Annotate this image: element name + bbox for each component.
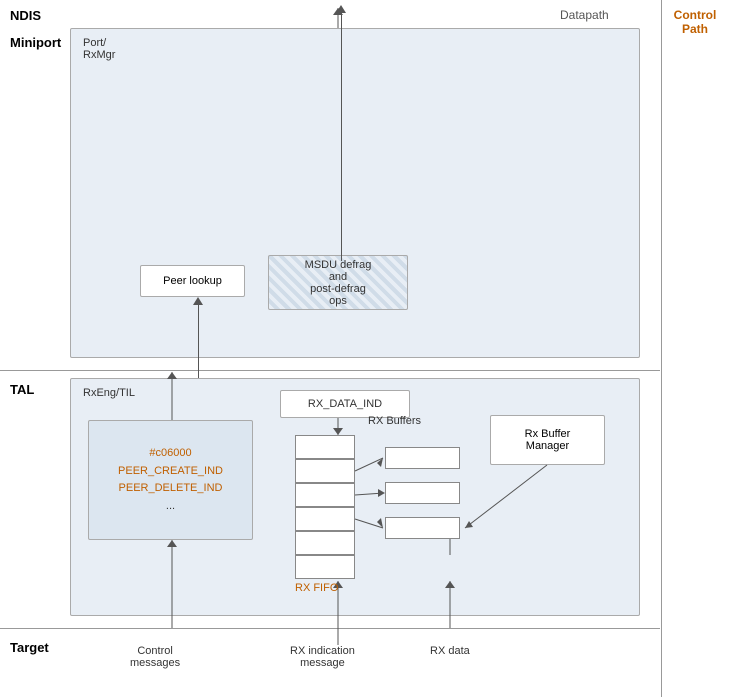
arrow-up-top xyxy=(336,5,346,261)
rx-buf-box-2 xyxy=(385,482,460,504)
fifo-box-2 xyxy=(295,459,355,483)
peer-lookup-box: Peer lookup xyxy=(140,265,245,297)
rx-buffer-manager-text: Rx BufferManager xyxy=(525,428,571,452)
tal-target-divider xyxy=(0,628,660,629)
peer-create-box: #c06000 PEER_CREATE_IND PEER_DELETE_IND … xyxy=(88,420,253,540)
rx-buffers-label: RX Buffers xyxy=(368,415,421,427)
rx-data-ind-box: RX_DATA_IND xyxy=(280,390,410,418)
control-path-label: Control Path xyxy=(665,8,725,36)
ndis-tal-divider xyxy=(0,370,660,371)
rx-data-label: RX data xyxy=(430,645,470,657)
rx-data-ind-text: RX_DATA_IND xyxy=(308,398,382,410)
fifo-box-3 xyxy=(295,483,355,507)
datapath-label: Datapath xyxy=(560,8,609,22)
rx-buf-box-1 xyxy=(385,447,460,469)
rx-indication-label: RX indicationmessage xyxy=(290,645,355,669)
miniport-label: Miniport xyxy=(10,35,61,50)
target-label: Target xyxy=(10,640,49,655)
rx-fifo-label: RX FIFO xyxy=(295,582,338,594)
rx-buffer-manager-box: Rx BufferManager xyxy=(490,415,605,465)
msdu-defrag-text: MSDU defragandpost-defrag ops xyxy=(304,259,373,307)
fifo-box-6 xyxy=(295,555,355,579)
msdu-defrag-box: MSDU defragandpost-defrag ops xyxy=(268,255,408,310)
control-messages-label: Controlmessages xyxy=(130,645,180,669)
tal-label: TAL xyxy=(10,382,34,397)
ndis-label: NDIS xyxy=(10,8,41,23)
fifo-box-5 xyxy=(295,531,355,555)
port-rxmgr-label: Port/RxMgr xyxy=(83,37,115,61)
fifo-box-4 xyxy=(295,507,355,531)
peer-lookup-text: Peer lookup xyxy=(163,275,222,287)
rx-buf-box-3 xyxy=(385,517,460,539)
peer-create-text: #c06000 PEER_CREATE_IND PEER_DELETE_IND … xyxy=(118,445,223,515)
diagram-container: NDIS Datapath Control Path Miniport TAL … xyxy=(0,0,730,697)
arrow-peer-lookup-up xyxy=(193,297,203,380)
rxeng-til-label: RxEng/TIL xyxy=(83,387,135,399)
vertical-divider xyxy=(661,0,662,697)
fifo-box-1 xyxy=(295,435,355,459)
